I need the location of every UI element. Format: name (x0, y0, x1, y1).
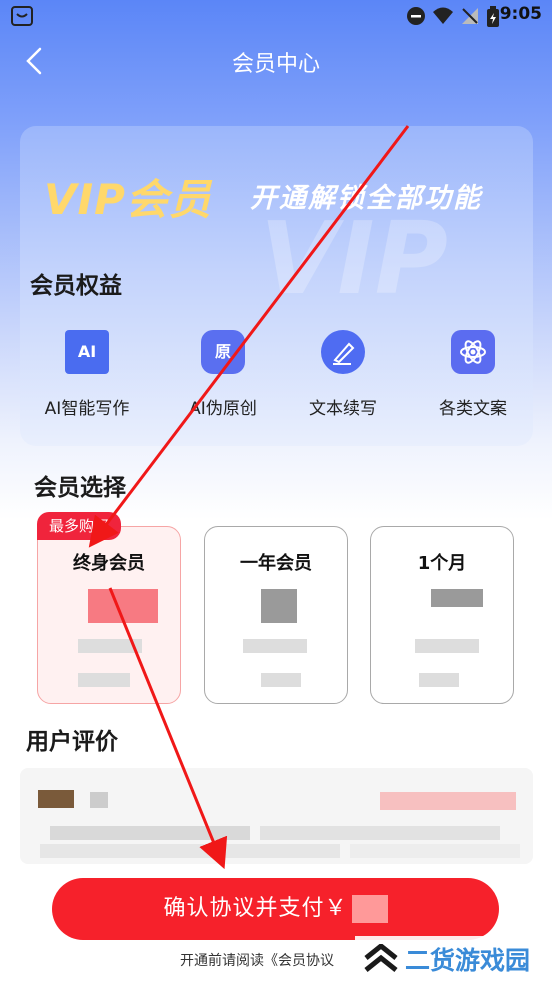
annotation-arrow-1 (88, 125, 410, 548)
annotation-arrow-2 (108, 587, 228, 870)
annotation-arrows (88, 125, 410, 870)
